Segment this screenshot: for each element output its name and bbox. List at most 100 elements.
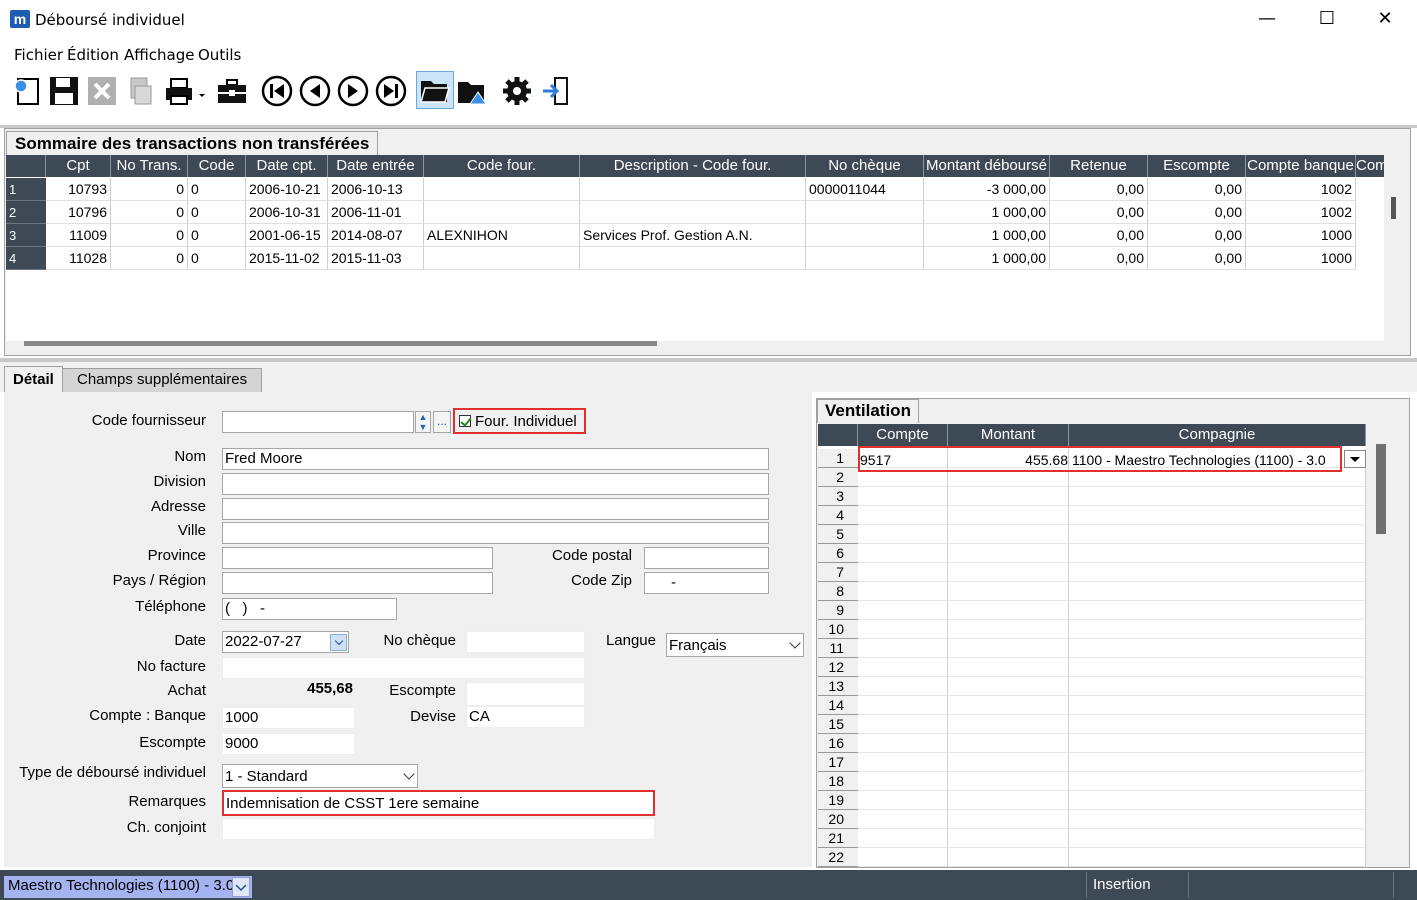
ventilation-row-number[interactable]: 11 — [818, 639, 858, 658]
ventilation-row-number[interactable]: 20 — [818, 810, 858, 829]
cell-code[interactable]: 0 — [188, 224, 246, 247]
cell-no-cheque[interactable] — [806, 201, 924, 224]
col-header-compte[interactable]: Compt — [1356, 155, 1384, 177]
menu-edition[interactable]: Édition — [67, 46, 119, 64]
cell-retenue[interactable]: 0,00 — [1050, 201, 1148, 224]
ventilation-cell[interactable] — [1069, 563, 1366, 582]
briefcase-icon[interactable] — [215, 74, 249, 108]
delete-icon[interactable] — [85, 74, 119, 108]
ventilation-cell[interactable] — [948, 544, 1069, 563]
ventilation-row-number[interactable]: 9 — [818, 601, 858, 620]
col-header-montant[interactable]: Montant — [948, 424, 1069, 446]
code-fournisseur-input[interactable] — [222, 411, 414, 433]
chevron-down-icon[interactable] — [232, 877, 250, 897]
ventilation-row-number[interactable]: 15 — [818, 715, 858, 734]
cell-compte-banque[interactable]: 1000 — [1246, 247, 1356, 270]
ventilation-cell[interactable] — [948, 810, 1069, 829]
compte-escompte-input[interactable]: 9000 — [222, 733, 355, 755]
cell-no-cheque[interactable] — [806, 247, 924, 270]
ventilation-cell[interactable] — [1069, 715, 1366, 734]
cell-date-cpt[interactable]: 2015-11-02 — [246, 247, 328, 270]
cell-compte-banque[interactable]: 1002 — [1246, 178, 1356, 201]
maximize-button[interactable]: ☐ — [1304, 6, 1350, 34]
ventilation-cell[interactable] — [858, 715, 948, 734]
cell-montant[interactable]: 1 000,00 — [924, 201, 1050, 224]
menu-affichage[interactable]: Affichage — [124, 46, 194, 64]
ventilation-cell[interactable] — [948, 563, 1069, 582]
ventilation-compagnie-cell[interactable]: 1100 - Maestro Technologies (1100) - 3.0 — [1072, 452, 1342, 468]
summary-horizontal-scrollbar[interactable] — [24, 341, 657, 346]
menu-outils[interactable]: Outils — [198, 46, 241, 64]
last-record-icon[interactable] — [374, 74, 408, 108]
cell-montant[interactable]: 1 000,00 — [924, 224, 1050, 247]
cell-code[interactable]: 0 — [188, 247, 246, 270]
col-header-code-four[interactable]: Code four. — [424, 155, 580, 177]
cell-no-trans[interactable]: 0 — [111, 247, 188, 270]
checkbox-checked-icon[interactable] — [459, 415, 471, 427]
tab-champs-supplementaires[interactable]: Champs supplémentaires — [62, 368, 263, 392]
ventilation-cell[interactable] — [858, 506, 948, 525]
ventilation-cell[interactable] — [948, 677, 1069, 696]
ventilation-row-number[interactable]: 2 — [818, 468, 858, 487]
ventilation-row-number[interactable]: 18 — [818, 772, 858, 791]
ventilation-row-number[interactable]: 17 — [818, 753, 858, 772]
ventilation-cell[interactable] — [948, 753, 1069, 772]
scroll-thumb[interactable] — [1391, 197, 1396, 219]
first-record-icon[interactable] — [260, 74, 294, 108]
ventilation-row-number[interactable]: 8 — [818, 582, 858, 601]
ventilation-cell[interactable] — [858, 639, 948, 658]
cell-retenue[interactable]: 0,00 — [1050, 247, 1148, 270]
col-header-code[interactable]: Code — [188, 155, 246, 177]
summary-vertical-scrollbar[interactable] — [1384, 155, 1406, 353]
cell-no-trans[interactable]: 0 — [111, 178, 188, 201]
cell-no-cheque[interactable]: 0000011044 — [806, 178, 924, 201]
cell-cpt[interactable]: 11028 — [46, 247, 111, 270]
ventilation-cell[interactable] — [858, 772, 948, 791]
row-number[interactable]: 3 — [6, 224, 46, 247]
col-header-retenue[interactable]: Retenue — [1050, 155, 1148, 177]
next-record-icon[interactable] — [336, 74, 370, 108]
langue-select[interactable]: Français — [666, 633, 804, 657]
cell-escompte[interactable]: 0,00 — [1148, 224, 1246, 247]
col-header-compagnie[interactable]: Compagnie — [1069, 424, 1366, 446]
ventilation-cell[interactable] — [858, 544, 948, 563]
tab-detail[interactable]: Détail — [4, 366, 63, 394]
ventilation-cell[interactable] — [948, 829, 1069, 848]
ventilation-grid[interactable]: Compte Montant Compagnie 1 2 3 4 5 6 7 8 9 10 11 12… — [818, 424, 1366, 867]
cell-escompte[interactable]: 0,00 — [1148, 201, 1246, 224]
cell-code-four[interactable] — [424, 201, 580, 224]
cell-compte-banque[interactable]: 1000 — [1246, 224, 1356, 247]
ventilation-row-number[interactable]: 10 — [818, 620, 858, 639]
ventilation-cell[interactable] — [858, 601, 948, 620]
company-select[interactable]: Maestro Technologies (1100) - 3.0 — [4, 876, 252, 898]
ventilation-cell[interactable] — [948, 791, 1069, 810]
col-header-escompte[interactable]: Escompte — [1148, 155, 1246, 177]
ventilation-cell[interactable] — [948, 715, 1069, 734]
col-header-no-trans[interactable]: No Trans. — [111, 155, 188, 177]
ventilation-row-number[interactable]: 19 — [818, 791, 858, 810]
cell-escompte[interactable]: 0,00 — [1148, 178, 1246, 201]
cell-description[interactable] — [580, 247, 806, 270]
ventilation-cell[interactable] — [1069, 658, 1366, 677]
cell-date-cpt[interactable]: 2001-06-15 — [246, 224, 328, 247]
ventilation-montant-cell[interactable]: 455.68 — [950, 452, 1068, 468]
calendar-dropdown-icon[interactable] — [330, 634, 347, 651]
lookup-button[interactable]: ... — [433, 411, 451, 433]
ventilation-row-number[interactable]: 14 — [818, 696, 858, 715]
code-zip-input[interactable]: - — [644, 572, 769, 594]
ventilation-cell[interactable] — [948, 601, 1069, 620]
cell-description[interactable]: Services Prof. Gestion A.N. — [580, 224, 806, 247]
ventilation-cell[interactable] — [1069, 582, 1366, 601]
ventilation-cell[interactable] — [948, 848, 1069, 867]
spin-icon[interactable]: ▲ ▼ — [415, 411, 431, 433]
pays-input[interactable] — [222, 572, 493, 594]
telephone-input[interactable]: ( ) - — [222, 598, 397, 620]
code-postal-input[interactable] — [644, 547, 769, 569]
cell-no-trans[interactable]: 0 — [111, 224, 188, 247]
close-button[interactable]: ✕ — [1362, 6, 1408, 34]
ventilation-cell[interactable] — [858, 829, 948, 848]
cell-cpt[interactable]: 11009 — [46, 224, 111, 247]
ventilation-cell[interactable] — [1069, 677, 1366, 696]
ventilation-cell[interactable] — [1069, 753, 1366, 772]
cell-cpt[interactable]: 10793 — [46, 178, 111, 201]
